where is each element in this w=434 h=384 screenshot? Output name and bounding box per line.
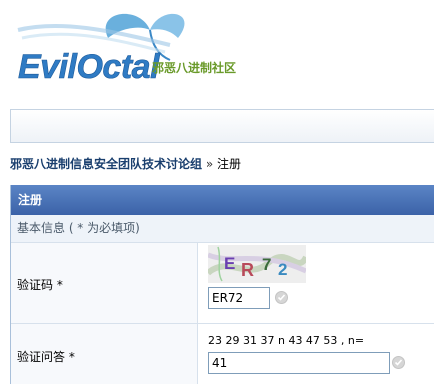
svg-text:7: 7 [262, 255, 271, 274]
svg-text:E: E [224, 254, 235, 273]
captcha-check-icon [275, 291, 288, 304]
question-text: 23 29 31 37 n 43 47 53 , n= [208, 334, 365, 347]
evilOctal-logo[interactable]: EvilOctal 邪恶八进制社区 [0, 0, 434, 100]
logo-tagline: 邪恶八进制社区 [151, 60, 236, 75]
breadcrumb: 邪恶八进制信息安全团队技术讨论组 » 注册 [10, 155, 241, 172]
section-basic-info: 基本信息 ( * 为必填项) [11, 215, 434, 243]
captcha-row: 验证码 * E R 7 2 [11, 243, 434, 324]
captcha-image[interactable]: E R 7 2 [208, 245, 306, 283]
top-nav-bar [10, 109, 434, 143]
question-check-icon [392, 356, 405, 369]
svg-text:2: 2 [278, 260, 287, 279]
register-panel: 注册 基本信息 ( * 为必填项) 验证码 * E R 7 2 验证问答 * 2… [10, 185, 434, 384]
svg-text:R: R [241, 260, 254, 280]
question-row: 验证问答 * 23 29 31 37 n 43 47 53 , n= [11, 324, 434, 384]
question-label-cell: 验证问答 * [11, 324, 198, 384]
captcha-input[interactable] [208, 287, 270, 309]
question-answer-input[interactable] [208, 352, 390, 374]
question-label: 验证问答 * [17, 350, 75, 364]
captcha-label-cell: 验证码 * [11, 243, 198, 323]
site-header: EvilOctal 邪恶八进制社区 [0, 0, 434, 100]
logo-wordmark: EvilOctal [18, 48, 161, 86]
breadcrumb-separator: » [205, 157, 214, 171]
breadcrumb-forum-link[interactable]: 邪恶八进制信息安全团队技术讨论组 [10, 157, 202, 171]
captcha-label: 验证码 * [17, 278, 63, 292]
breadcrumb-current: 注册 [217, 157, 242, 171]
panel-header: 注册 [11, 185, 434, 215]
